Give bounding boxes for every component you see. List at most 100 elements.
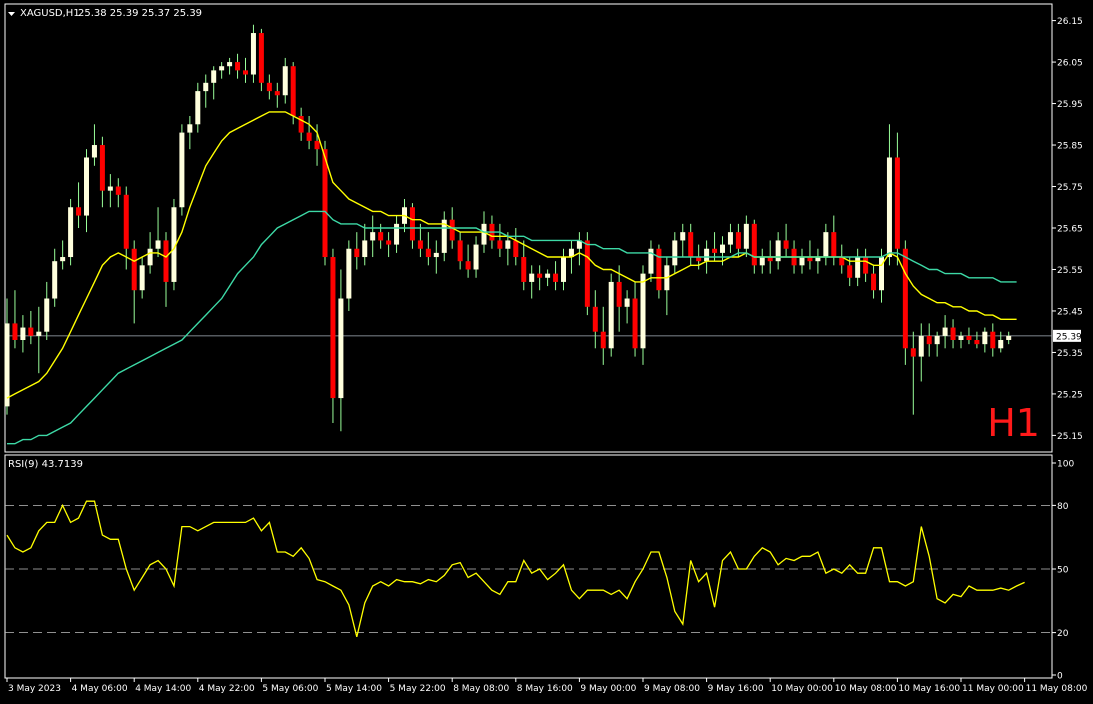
time-tick-label: 4 May 06:00 (72, 684, 128, 694)
bull-candle-body (147, 248, 153, 266)
time-tick-label: 10 May 08:00 (835, 684, 897, 694)
time-tick-label: 11 May 00:00 (962, 684, 1024, 694)
price-tick-label: 26.05 (1057, 59, 1083, 69)
time-tick-label: 8 May 16:00 (517, 684, 573, 694)
price-tick-label: 25.55 (1057, 266, 1083, 276)
bear-candle-body (966, 335, 972, 340)
time-axis: 3 May 2023 4 May 06:00 4 May 14:00 4 May 22… (6, 678, 1088, 694)
bull-candle-body (743, 223, 749, 249)
bull-candle-body (704, 248, 710, 262)
bear-candle-body (409, 207, 415, 241)
bull-candle-body (561, 257, 566, 282)
bear-candle-body (990, 331, 996, 349)
bull-candle-body (227, 62, 233, 67)
rsi-tick-label: 50 (1057, 566, 1069, 576)
timeframe-watermark: H1 (987, 401, 1040, 445)
price-tick-label: 25.15 (1057, 432, 1083, 442)
bull-candle-body (338, 298, 344, 399)
chart-menu-arrow-icon[interactable] (8, 12, 15, 16)
bull-candle-body (155, 240, 161, 249)
time-tick-label: 4 May 14:00 (135, 684, 191, 694)
bull-candle-body (433, 252, 439, 258)
price-tick-label: 25.85 (1057, 142, 1083, 152)
bull-candle-body (107, 186, 113, 191)
bear-candle-body (537, 273, 543, 278)
time-tick-label: 5 May 14:00 (326, 684, 382, 694)
bear-candle-body (386, 240, 392, 245)
bear-candle-body (600, 331, 606, 349)
current-price-label: 25.39 (1056, 332, 1082, 342)
price-axis: 26.15 26.05 25.95 25.85 25.75 25.65 25.55 25.45… (1052, 17, 1083, 442)
bull-candle-body (91, 145, 97, 158)
bull-candle-body (195, 91, 201, 125)
bear-candle-body (926, 335, 932, 345)
candles-layer (4, 24, 1012, 432)
time-tick-label: 10 May 16:00 (898, 684, 960, 694)
bear-candle-body (99, 145, 105, 191)
bull-candle-body (187, 124, 193, 133)
bear-candle-body (425, 248, 431, 258)
bull-candle-body (68, 207, 74, 258)
bear-candle-body (378, 232, 384, 241)
bear-candle-body (751, 223, 757, 266)
bear-candle-body (449, 219, 455, 241)
bull-candle-body (20, 327, 26, 340)
rsi-label: RSI(9) 43.7139 (8, 459, 83, 470)
bear-candle-body (243, 70, 248, 75)
time-tick-label: 9 May 08:00 (644, 684, 700, 694)
bull-candle-body (250, 33, 256, 75)
bull-candle-body (370, 232, 376, 241)
bull-candle-body (60, 257, 66, 262)
bull-candle-body (982, 331, 988, 345)
bear-candle-body (656, 248, 662, 291)
bull-candle-body (958, 335, 964, 340)
bear-candle-body (12, 323, 18, 340)
time-tick-label: 10 May 00:00 (771, 684, 833, 694)
bear-candle-body (521, 257, 527, 282)
bull-candle-body (473, 244, 479, 270)
bull-candle-body (211, 70, 217, 83)
time-tick-label: 5 May 22:00 (390, 684, 446, 694)
bull-candle-body (362, 240, 368, 258)
bull-candle-body (672, 240, 678, 266)
bear-candle-body (322, 149, 328, 258)
bull-candle-body (823, 232, 829, 258)
bull-candle-body (481, 223, 487, 245)
bear-candle-body (871, 273, 877, 291)
bull-candle-body (36, 331, 42, 336)
bear-candle-body (894, 157, 900, 249)
bear-candle-body (131, 248, 137, 291)
symbol-label: XAGUSD,H1 (20, 8, 80, 19)
bull-candle-body (346, 248, 352, 299)
chart-canvas[interactable]: 26.15 26.05 25.95 25.85 25.75 25.65 25.55 25.45… (0, 0, 1093, 700)
bear-candle-body (902, 248, 908, 349)
bull-candle-body (998, 340, 1004, 349)
rsi-tick-label: 80 (1057, 502, 1069, 512)
time-tick-label: 3 May 2023 (8, 684, 61, 694)
bear-candle-body (266, 82, 272, 92)
bull-candle-body (44, 298, 50, 332)
bear-candle-body (553, 273, 559, 282)
bear-candle-body (497, 240, 503, 249)
bear-candle-body (831, 232, 837, 258)
price-tick-label: 26.15 (1057, 17, 1083, 27)
ohlc-readout: 25.38 25.39 25.37 25.39 (78, 8, 202, 19)
bear-candle-body (258, 33, 264, 83)
bull-candle-body (203, 82, 209, 92)
bull-candle-body (799, 257, 805, 266)
bull-candle-body (529, 273, 535, 282)
bull-candle-body (942, 327, 948, 336)
bull-candle-body (505, 240, 511, 249)
bull-candle-body (394, 223, 400, 245)
bear-candle-body (847, 265, 853, 278)
bull-candle-body (4, 323, 10, 407)
bear-candle-body (584, 240, 590, 307)
bear-candle-body (314, 140, 320, 150)
price-tick-label: 25.95 (1057, 100, 1083, 110)
bear-candle-body (457, 240, 463, 262)
bull-candle-body (640, 273, 646, 349)
bear-candle-body (712, 248, 718, 253)
bear-candle-body (735, 232, 741, 249)
bear-candle-body (688, 232, 694, 258)
bull-candle-body (1006, 335, 1012, 340)
